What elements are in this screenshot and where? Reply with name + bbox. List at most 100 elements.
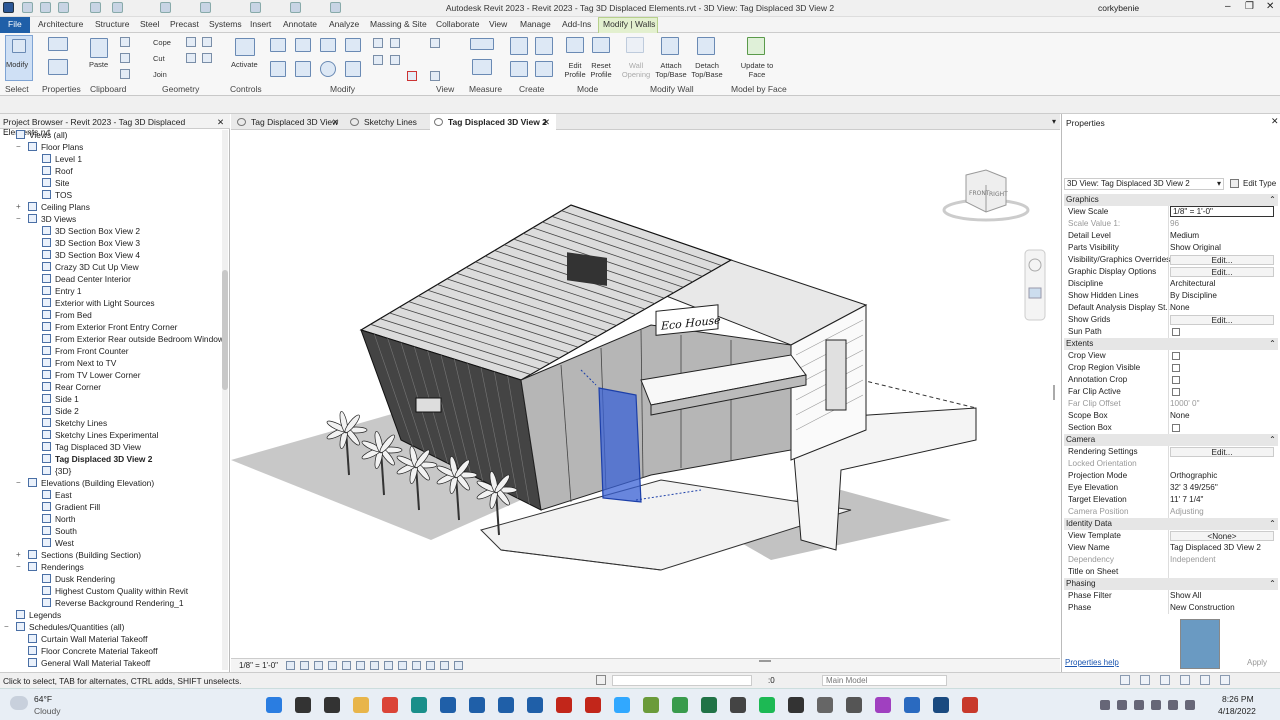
app-icon[interactable] [904,697,920,713]
chrome-icon[interactable] [382,697,398,713]
acrobat-icon[interactable] [556,697,572,713]
clock-date[interactable]: 4/18/2022 [1218,706,1256,716]
property-value[interactable]: Tag Displaced 3D View 2 [1170,542,1274,554]
expand-toggle-icon[interactable]: + [16,549,21,561]
browser-item[interactable]: Exterior with Light Sources [42,297,155,309]
file-explorer-icon[interactable] [353,697,369,713]
activate-icon[interactable] [235,38,255,56]
browser-item[interactable]: − Schedules/Quantities (all) [4,621,124,633]
property-row[interactable]: Crop Region Visible [1064,362,1278,374]
update-to-face-button[interactable]: Update to Face [738,61,776,79]
revit-icon[interactable] [527,697,543,713]
browser-item[interactable]: Dusk Rendering [42,573,115,585]
revit-icon[interactable] [440,697,456,713]
tab-massing-site[interactable]: Massing & Site [370,19,427,29]
property-row[interactable]: Default Analysis Display St... None [1064,302,1278,314]
property-row[interactable]: Graphic Display Options Edit... [1064,266,1278,278]
app-icon[interactable] [846,697,862,713]
app-icon[interactable] [788,697,804,713]
property-row[interactable]: Scope Box None [1064,410,1278,422]
dimension-icon[interactable] [472,59,492,75]
close-icon[interactable]: ✕ [543,114,550,130]
property-section[interactable]: Identity Data ⌃ [1064,518,1278,530]
search-icon[interactable] [295,697,311,713]
mirror-axis-icon[interactable] [320,38,336,52]
expand-toggle-icon[interactable]: − [16,141,21,153]
detail-level-icon[interactable] [286,661,295,670]
expand-toggle-icon[interactable]: − [4,129,9,141]
view-scale[interactable]: 1/8" = 1'-0" [239,661,278,670]
property-row[interactable]: Annotation Crop [1064,374,1278,386]
copy-element-icon[interactable] [295,61,311,77]
split-icon[interactable] [373,38,383,48]
demolish-icon[interactable] [202,53,212,63]
volume-icon[interactable] [1168,700,1178,710]
property-value[interactable]: None [1170,410,1274,422]
show-crop-icon[interactable] [370,661,379,670]
property-section[interactable]: Phasing ⌃ [1064,578,1278,590]
property-row[interactable]: Far Clip Offset 1000' 0" [1064,398,1278,410]
battery-icon[interactable] [1185,700,1195,710]
group-select[interactable]: Select [5,84,29,94]
collapse-icon[interactable]: ⌃ [1269,578,1276,590]
scale-icon[interactable] [373,55,383,65]
browser-item[interactable]: Side 2 [42,405,79,417]
browser-item[interactable]: 3D Section Box View 4 [42,249,140,261]
temp-hide-icon[interactable] [398,661,407,670]
excel-icon[interactable] [701,697,717,713]
revit-icon[interactable] [498,697,514,713]
property-row[interactable]: Eye Elevation 32' 3 49/256" [1064,482,1278,494]
property-value[interactable]: Architectural [1170,278,1274,290]
expand-toggle-icon[interactable]: − [16,213,21,225]
user-name[interactable]: corkybenie [1098,3,1139,13]
copy-icon[interactable] [120,53,130,63]
tab-add-ins[interactable]: Add-Ins [562,19,591,29]
type-selector[interactable]: 3D View: Tag Displaced 3D View 2 ▾ [1064,178,1224,190]
create-assembly-icon[interactable] [510,37,528,55]
property-checkbox[interactable] [1172,424,1180,432]
cut-geometry-icon[interactable] [120,37,130,47]
wall-join-icon[interactable] [186,53,196,63]
tab-view[interactable]: View [489,19,507,29]
underlay-select-icon[interactable] [1140,675,1150,685]
sun-path-icon[interactable] [314,661,323,670]
rotate-icon[interactable] [320,61,336,77]
tab-analyze[interactable]: Analyze [329,19,359,29]
browser-item[interactable]: Crazy 3D Cut Up View [42,261,139,273]
property-row[interactable]: Title on Sheet [1064,566,1278,578]
browser-item[interactable]: Curtain Wall Material Takeoff [28,633,147,645]
property-row[interactable]: View Name Tag Displaced 3D View 2 [1064,542,1278,554]
property-value[interactable]: Show All [1170,590,1274,602]
expand-toggle-icon[interactable]: − [4,621,9,633]
edit-button[interactable]: Edit... [1170,315,1274,325]
match-icon[interactable] [120,69,130,79]
view-cube-front[interactable]: FRONT [969,190,990,197]
collapse-icon[interactable]: ⌃ [1269,194,1276,206]
face-select-icon[interactable] [1180,675,1190,685]
start-icon[interactable] [266,697,282,713]
browser-item[interactable]: Entry 1 [42,285,82,297]
browser-item[interactable]: From Next to TV [42,357,116,369]
property-row[interactable]: Detail Level Medium [1064,230,1278,242]
browser-item[interactable]: Highest Custom Quality within Revit [42,585,188,597]
edit-button[interactable]: Edit... [1170,255,1274,265]
tab-structure[interactable]: Structure [95,19,130,29]
detach-top-base-button[interactable]: Detach Top/Base [690,61,724,79]
maximize-button[interactable]: ❐ [1245,1,1254,12]
drag-select-icon[interactable] [1200,675,1210,685]
browser-scrollbar[interactable] [222,130,228,670]
browser-item[interactable]: Reverse Background Rendering_1 [42,597,184,609]
property-checkbox[interactable] [1172,376,1180,384]
app-icon[interactable] [933,697,949,713]
browser-item[interactable]: − 3D Views [16,213,76,225]
browser-item[interactable]: − Renderings [16,561,84,573]
property-section[interactable]: Camera ⌃ [1064,434,1278,446]
override-icon[interactable] [430,71,440,81]
weather-temp[interactable]: 64°F [34,694,52,704]
property-value[interactable]: 1000' 0" [1170,398,1274,410]
task-view-icon[interactable] [324,697,340,713]
close-button[interactable]: ✕ [1266,1,1274,12]
property-value[interactable]: Orthographic [1170,470,1274,482]
browser-item[interactable]: From Exterior Rear outside Bedroom Windo… [42,333,224,345]
browser-item[interactable]: + Ceiling Plans [16,201,90,213]
